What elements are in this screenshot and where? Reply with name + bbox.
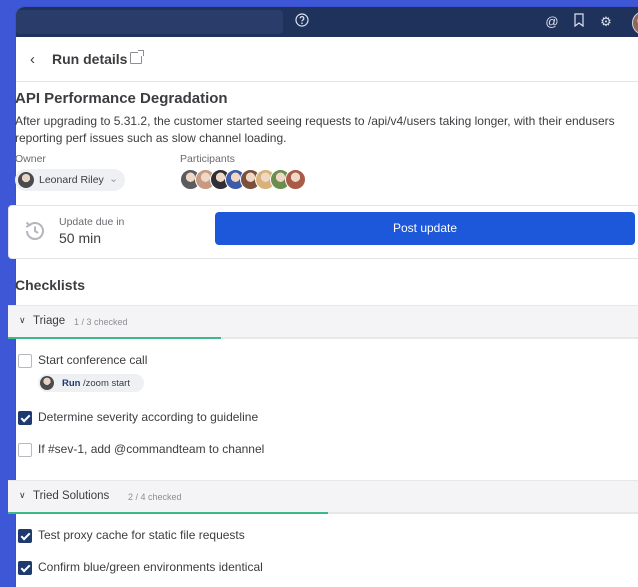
checkbox[interactable] [18, 561, 32, 575]
update-due-label: Update due in [59, 216, 125, 228]
owner-label: Owner [15, 153, 46, 165]
section-progress-fill [8, 337, 222, 339]
slash-command-chip[interactable]: Run /zoom start [38, 374, 144, 392]
command-avatar [40, 376, 54, 390]
update-due-value: 50 min [59, 230, 102, 246]
page-title: Run details [52, 51, 128, 67]
help-icon[interactable] [293, 13, 311, 31]
participant-avatar [285, 169, 306, 190]
incident-description: After upgrading to 5.31.2, the customer … [15, 114, 615, 145]
chevron-down-icon: ⌄ [109, 173, 119, 185]
checklists-heading: Checklists [15, 277, 86, 293]
checklist-section-tried-solutions[interactable]: ∨ Tried Solutions 2 / 4 checked [8, 480, 638, 514]
incident-title: API Performance Degradation [15, 90, 228, 107]
global-header: @ ⚙ [16, 7, 638, 37]
checklist-section-triage[interactable]: ∨ Triage 1 / 3 checked [8, 305, 638, 339]
bookmark-icon[interactable] [570, 13, 588, 31]
open-external-icon[interactable] [130, 50, 144, 64]
item-text: If #sev-1, add @commandteam to channel [38, 442, 265, 456]
section-count: 1 / 3 checked [74, 317, 128, 327]
section-name: Triage [33, 315, 66, 327]
post-update-button[interactable]: Post update [215, 212, 635, 245]
owner-avatar [18, 172, 34, 188]
participants-label: Participants [180, 153, 235, 165]
checkbox[interactable] [18, 354, 32, 368]
checkbox[interactable] [18, 443, 32, 457]
section-progress-track [8, 337, 638, 339]
user-avatar[interactable] [632, 11, 638, 35]
search-box[interactable] [16, 10, 283, 34]
item-text: Test proxy cache for static file request… [38, 528, 245, 542]
command-text: /zoom start [83, 378, 130, 389]
section-progress-track [8, 512, 638, 514]
chevron-down-icon: ∨ [19, 315, 26, 325]
checkbox[interactable] [18, 411, 32, 425]
back-chevron-icon[interactable]: ‹ [30, 51, 35, 68]
section-progress-fill [8, 512, 328, 514]
checkbox[interactable] [18, 529, 32, 543]
run-details-header: ‹ Run details [16, 37, 638, 82]
item-text: Confirm blue/green environments identica… [38, 560, 263, 574]
chevron-down-icon: ∨ [19, 490, 26, 500]
item-text: Start conference call [38, 353, 148, 367]
owner-selector[interactable]: Leonard Riley ⌄ [15, 169, 125, 191]
at-mention-icon[interactable]: @ [543, 13, 561, 31]
owner-name: Leonard Riley [39, 174, 104, 186]
section-count: 2 / 4 checked [128, 492, 182, 502]
section-name: Tried Solutions [33, 490, 110, 502]
item-text: Determine severity according to guidelin… [38, 410, 259, 424]
settings-icon[interactable]: ⚙ [597, 13, 615, 31]
run-command-link[interactable]: Run [62, 378, 80, 389]
update-card: Update due in 50 min Post update [8, 205, 638, 259]
clock-refresh-icon [25, 221, 44, 240]
run-summary: API Performance Degradation After upgrad… [15, 90, 625, 205]
people-row: Owner Participants Leonard Riley ⌄ [15, 153, 625, 205]
